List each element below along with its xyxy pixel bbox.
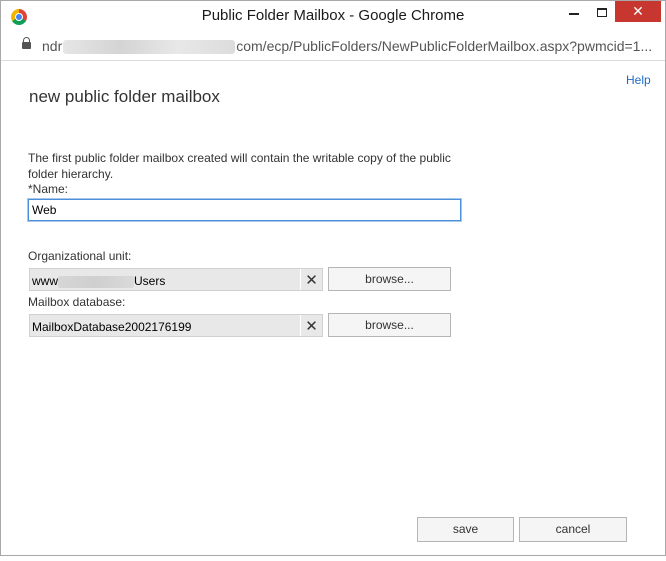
url-path: com/ecp/PublicFolders/NewPublicFolderMai… (236, 38, 653, 54)
maximize-button[interactable] (587, 1, 617, 23)
organizational-unit-field: www Users ✕ (29, 268, 323, 291)
close-x-icon: ✕ (305, 271, 318, 289)
mailbox-database-field: MailboxDatabase2002176199 ✕ (29, 314, 323, 337)
url-redacted (63, 40, 236, 55)
mailbox-database-clear-button[interactable]: ✕ (300, 315, 322, 336)
url-prefix: ndr (42, 38, 63, 54)
maximize-icon (597, 7, 607, 17)
organizational-unit-label: Organizational unit: (28, 249, 132, 263)
title-bar: Public Folder Mailbox - Google Chrome ✕ (1, 1, 665, 32)
description-text: The first public folder mailbox created … (28, 151, 451, 181)
mailbox-database-label: Mailbox database: (28, 295, 126, 309)
organizational-unit-redacted (58, 275, 134, 288)
mailbox-database-value: MailboxDatabase2002176199 (32, 320, 192, 334)
mailbox-database-browse-button[interactable]: browse... (328, 313, 451, 337)
close-icon: ✕ (632, 3, 644, 19)
page-title: new public folder mailbox (29, 87, 220, 106)
browser-popup-window: Public Folder Mailbox - Google Chrome ✕ … (0, 0, 666, 556)
name-input[interactable] (27, 198, 462, 222)
organizational-unit-clear-button[interactable]: ✕ (300, 269, 322, 290)
organizational-unit-value-suffix: Users (134, 274, 166, 288)
lock-icon (22, 37, 31, 49)
name-label: *Name: (28, 182, 69, 196)
organizational-unit-value-prefix: www (32, 274, 58, 288)
url-text[interactable]: ndr com/ecp/PublicFolders/NewPublicFolder… (42, 38, 653, 55)
organizational-unit-browse-button[interactable]: browse... (328, 267, 451, 291)
minimize-button[interactable] (559, 1, 589, 23)
save-button[interactable]: save (417, 517, 514, 542)
minimize-icon (569, 13, 579, 15)
cancel-button[interactable]: cancel (519, 517, 627, 542)
close-x-icon: ✕ (305, 317, 318, 335)
help-link[interactable]: Help (626, 73, 651, 87)
address-bar[interactable]: ndr com/ecp/PublicFolders/NewPublicFolder… (1, 32, 665, 61)
close-window-button[interactable]: ✕ (615, 1, 661, 22)
